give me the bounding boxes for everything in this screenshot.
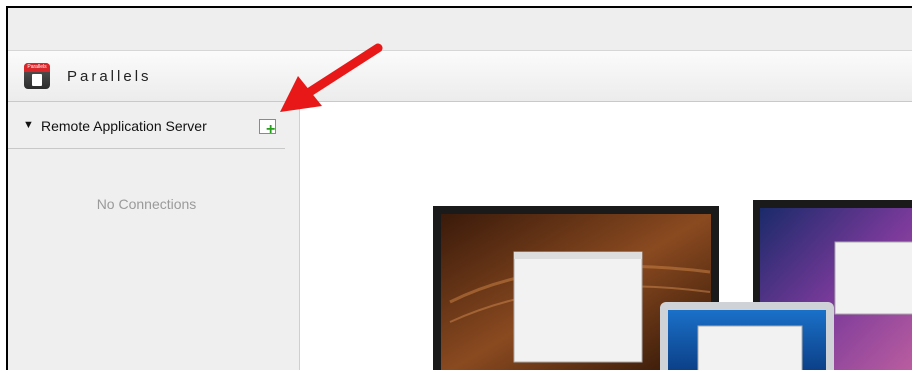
plus-icon: + bbox=[266, 121, 276, 138]
sidebar: ▼ Remote Application Server + No Connect… bbox=[8, 102, 300, 370]
top-bar bbox=[8, 8, 912, 51]
app-title: Parallels bbox=[67, 68, 152, 85]
section-header[interactable]: ▼ Remote Application Server + bbox=[8, 102, 285, 149]
parallels-logo-icon: Parallels bbox=[24, 63, 50, 89]
app-window: Parallels Parallels ▼ Remote Application… bbox=[6, 6, 912, 370]
title-bar: Parallels Parallels bbox=[8, 51, 912, 102]
expand-triangle-icon[interactable]: ▼ bbox=[23, 119, 34, 131]
section-title: Remote Application Server bbox=[41, 118, 207, 134]
devices-illustration bbox=[433, 200, 912, 370]
main-panel bbox=[300, 102, 912, 370]
add-connection-button[interactable]: + bbox=[258, 116, 280, 138]
empty-connections-text: No Connections bbox=[96, 196, 197, 212]
